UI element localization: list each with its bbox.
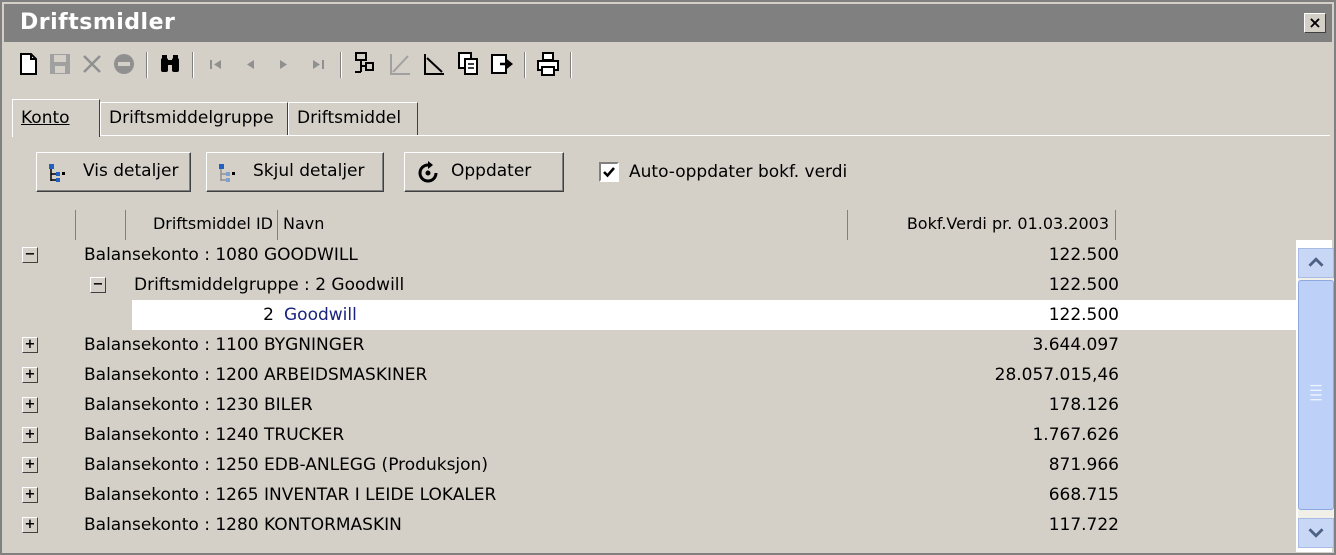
- export-icon[interactable]: [488, 50, 516, 78]
- table-row[interactable]: 2 Goodwill 122.500: [16, 300, 1296, 330]
- new-document-icon[interactable]: [14, 50, 42, 78]
- row-asset-name: Goodwill: [284, 305, 357, 325]
- expand-tree-icon: [47, 161, 73, 185]
- tab-label: Driftsmiddelgruppe: [109, 108, 274, 128]
- vertical-scrollbar[interactable]: [1298, 248, 1334, 548]
- first-record-icon[interactable]: [202, 50, 230, 78]
- delete-x-icon[interactable]: [78, 50, 106, 78]
- tab-driftsmiddelgruppe[interactable]: Driftsmiddelgruppe: [100, 102, 288, 136]
- header-book-value[interactable]: Bokf.Verdi pr. 01.03.2003: [848, 210, 1116, 240]
- header-name[interactable]: Navn: [278, 210, 848, 240]
- show-details-label: Vis detaljer: [83, 161, 179, 181]
- refresh-icon: [415, 161, 441, 185]
- tab-driftsmiddel[interactable]: Driftsmiddel: [288, 102, 418, 136]
- binoculars-icon[interactable]: [156, 50, 184, 78]
- row-label: Balansekonto : 1265 INVENTAR I LEIDE LOK…: [84, 485, 497, 505]
- window-title: Driftsmidler: [20, 10, 176, 35]
- hide-details-button[interactable]: Skjul detaljer: [206, 152, 384, 192]
- header-blank-column[interactable]: [76, 210, 126, 240]
- print-icon[interactable]: [534, 50, 562, 78]
- row-label: Balansekonto : 1250 EDB-ANLEGG (Produksj…: [84, 455, 488, 475]
- title-bar: Driftsmidler ×: [4, 4, 1332, 42]
- depreciation-down-icon[interactable]: [420, 50, 448, 78]
- asset-grid: Driftsmiddel ID Navn Bokf.Verdi pr. 01.0…: [16, 210, 1332, 552]
- row-label: Balansekonto : 1280 KONTORMASKIN: [84, 515, 402, 535]
- tab-konto[interactable]: Konto: [12, 99, 100, 137]
- collapse-icon[interactable]: −: [90, 277, 106, 293]
- tab-label: Konto: [21, 108, 70, 128]
- row-value: 117.722: [1048, 515, 1119, 535]
- row-asset-id: 2: [263, 305, 274, 325]
- table-row[interactable]: + Balansekonto : 1230 BILER 178.126: [16, 390, 1296, 420]
- header-expander-column[interactable]: [16, 210, 76, 240]
- expand-icon[interactable]: +: [22, 487, 38, 503]
- refresh-label: Oppdater: [451, 161, 532, 181]
- app-window: Driftsmidler × Konto Driftsmiddelgruppe …: [0, 0, 1336, 555]
- row-value: 28.057.015,46: [994, 365, 1119, 385]
- depreciation-up-icon[interactable]: [386, 50, 414, 78]
- table-row[interactable]: + Balansekonto : 1240 TRUCKER 1.767.626: [16, 420, 1296, 450]
- row-label: Balansekonto : 1230 BILER: [84, 395, 313, 415]
- row-value: 122.500: [1048, 275, 1119, 295]
- previous-record-icon[interactable]: [236, 50, 264, 78]
- add-subitem-icon[interactable]: [350, 50, 378, 78]
- table-row[interactable]: + Balansekonto : 1100 BYGNINGER 3.644.09…: [16, 330, 1296, 360]
- last-record-icon[interactable]: [304, 50, 332, 78]
- grid-header: Driftsmiddel ID Navn Bokf.Verdi pr. 01.0…: [16, 210, 1332, 240]
- copy-icon[interactable]: [454, 50, 482, 78]
- auto-update-checkbox[interactable]: [599, 162, 619, 182]
- row-value: 178.126: [1048, 395, 1119, 415]
- scroll-up-button[interactable]: [1298, 248, 1334, 278]
- checkmark-icon: [603, 167, 615, 178]
- row-value: 122.500: [1048, 245, 1119, 265]
- show-details-button[interactable]: Vis detaljer: [36, 152, 191, 192]
- next-record-icon[interactable]: [270, 50, 298, 78]
- expand-icon[interactable]: +: [22, 337, 38, 353]
- collapse-icon[interactable]: −: [22, 247, 38, 263]
- table-row[interactable]: − Balansekonto : 1080 GOODWILL 122.500: [16, 240, 1296, 270]
- expand-icon[interactable]: +: [22, 457, 38, 473]
- save-icon[interactable]: [46, 50, 74, 78]
- row-value: 3.644.097: [1032, 335, 1119, 355]
- collapse-tree-icon: [217, 161, 243, 185]
- scroll-thumb[interactable]: [1298, 280, 1334, 510]
- hide-details-label: Skjul detaljer: [253, 161, 365, 181]
- scroll-down-button[interactable]: [1298, 518, 1334, 548]
- row-value: 1.767.626: [1032, 425, 1119, 445]
- expand-icon[interactable]: +: [22, 367, 38, 383]
- table-row[interactable]: + Balansekonto : 1250 EDB-ANLEGG (Produk…: [16, 450, 1296, 480]
- row-indent: [16, 300, 132, 330]
- row-value: 871.966: [1048, 455, 1119, 475]
- table-row[interactable]: + Balansekonto : 1200 ARBEIDSMASKINER 28…: [16, 360, 1296, 390]
- grip-icon: [1310, 384, 1322, 401]
- chevron-up-icon: [1308, 257, 1324, 267]
- table-row[interactable]: + Balansekonto : 1265 INVENTAR I LEIDE L…: [16, 480, 1296, 510]
- row-value: 668.715: [1048, 485, 1119, 505]
- tab-label: Driftsmiddel: [297, 108, 402, 128]
- row-value: 122.500: [1048, 305, 1119, 325]
- table-row[interactable]: + Balansekonto : 1280 KONTORMASKIN 117.7…: [16, 510, 1296, 540]
- row-label: Balansekonto : 1100 BYGNINGER: [84, 335, 365, 355]
- grid-footer: [16, 540, 1296, 552]
- toolbar: [4, 44, 1332, 84]
- chevron-down-icon: [1308, 528, 1324, 538]
- row-label: Balansekonto : 1080 GOODWILL: [84, 245, 358, 265]
- row-label: Balansekonto : 1200 ARBEIDSMASKINER: [84, 365, 428, 385]
- row-label: Balansekonto : 1240 TRUCKER: [84, 425, 345, 445]
- refresh-button[interactable]: Oppdater: [404, 152, 564, 192]
- cancel-icon[interactable]: [110, 50, 138, 78]
- row-label: Driftsmiddelgruppe : 2 Goodwill: [134, 275, 405, 295]
- expand-icon[interactable]: +: [22, 517, 38, 533]
- expand-icon[interactable]: +: [22, 427, 38, 443]
- auto-update-label: Auto-oppdater bokf. verdi: [629, 162, 848, 182]
- table-row[interactable]: − Driftsmiddelgruppe : 2 Goodwill 122.50…: [16, 270, 1296, 300]
- expand-icon[interactable]: +: [22, 397, 38, 413]
- tab-panel: Vis detaljer Skjul detaljer Oppdater Aut…: [12, 135, 1330, 205]
- header-asset-id[interactable]: Driftsmiddel ID: [126, 210, 278, 240]
- close-button[interactable]: ×: [1304, 13, 1326, 33]
